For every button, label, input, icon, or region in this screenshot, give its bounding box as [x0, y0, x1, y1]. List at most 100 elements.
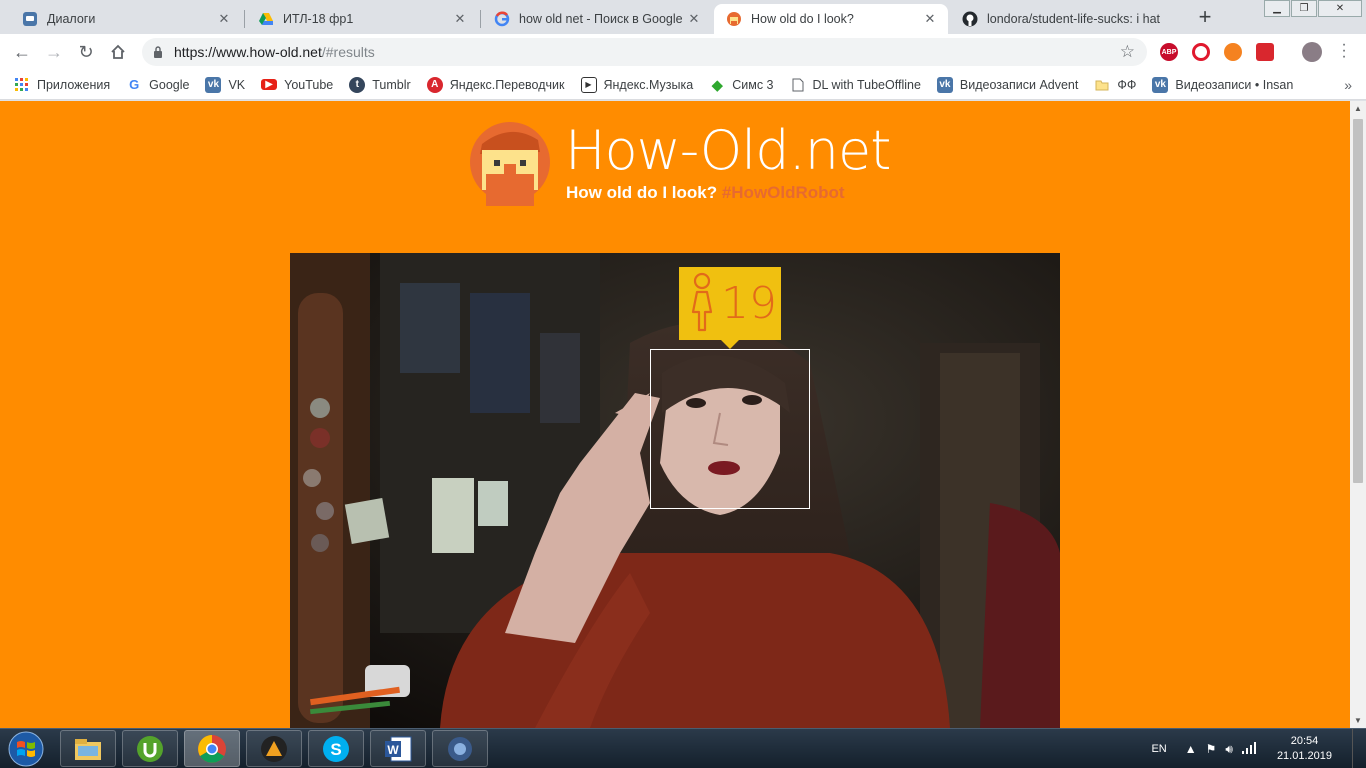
scrollbar-thumb[interactable] [1353, 119, 1363, 483]
bookmark-label: Симс 3 [732, 77, 774, 92]
vk-icon: vk [936, 76, 953, 93]
sims-icon: ◆ [711, 76, 723, 94]
site-title: How-Old.net [565, 119, 891, 182]
svg-text:W: W [387, 743, 399, 757]
taskbar-skype[interactable]: S [308, 730, 364, 767]
page-content: How-Old.net How old do I look? #HowOldRo… [0, 101, 1350, 728]
face-detection-box [650, 349, 810, 509]
svg-text:S: S [330, 740, 341, 759]
taskbar-media-center[interactable] [432, 730, 488, 767]
forward-icon[interactable]: → [38, 38, 70, 66]
orange-ext-icon[interactable] [1224, 43, 1242, 61]
bookmark-google[interactable]: G Google [126, 77, 189, 93]
bookmark-label: Приложения [37, 77, 111, 92]
howold-icon [726, 11, 742, 27]
url-path: /#results [321, 44, 375, 60]
browser-toolbar: ← → ↻ https://www.how-old.net/#results ☆… [0, 34, 1366, 70]
lock-icon [152, 45, 164, 59]
url-host: https://www.how-old.net [174, 44, 322, 60]
mega-icon[interactable] [1256, 43, 1274, 61]
new-tab-button[interactable]: + [1191, 4, 1219, 29]
bookmark-star-icon[interactable]: ☆ [1120, 42, 1135, 62]
taskbar-explorer[interactable] [60, 730, 116, 767]
flag-icon[interactable]: ⚑ [1206, 742, 1217, 756]
bookmark-label: Tumblr [372, 77, 411, 92]
taskbar-word[interactable]: W [370, 730, 426, 767]
aimp-icon [261, 735, 287, 762]
bookmark-vk[interactable]: vk VK [205, 76, 246, 93]
bookmark-yandex-translate[interactable]: A Яндекс.Переводчик [426, 76, 565, 93]
bookmark-label: Яндекс.Переводчик [449, 77, 565, 92]
tab-title: How old do I look? [751, 12, 854, 26]
tab-itl[interactable]: ИТЛ-18 фр1 ✕ [246, 4, 478, 34]
bookmark-label: VK [228, 77, 246, 92]
minimize-icon[interactable]: ▁ [1264, 0, 1290, 17]
menu-icon[interactable]: · · · [1336, 37, 1352, 65]
bookmark-yandex-music[interactable]: ▶ Яндекс.Музыка [580, 76, 694, 93]
bookmarks-bar: Приложения G Google vk VK ▶ YouTube t Tu… [0, 70, 1366, 100]
yandex-translate-icon: A [426, 76, 443, 93]
tab-google-search[interactable]: how old net - Поиск в Google ✕ [482, 4, 712, 34]
bookmark-sims[interactable]: ◆ Симс 3 [709, 76, 774, 94]
show-hidden-icons-icon[interactable]: ▲ [1185, 742, 1197, 756]
close-icon[interactable]: ✕ [452, 11, 468, 27]
bookmark-label: Яндекс.Музыка [603, 77, 694, 92]
start-button[interactable] [6, 731, 46, 767]
bookmark-label: Видеозаписи • Insan [1175, 77, 1294, 92]
tagline-text: How old do I look? [566, 183, 718, 202]
clock[interactable]: 20:54 21.01.2019 [1277, 734, 1332, 764]
bookmark-tumblr[interactable]: t Tumblr [349, 76, 411, 93]
tab-dialogs[interactable]: Диалоги ✕ [10, 4, 242, 34]
close-icon[interactable]: ✕ [216, 11, 232, 27]
female-icon [687, 272, 717, 335]
age-value: 19 [721, 277, 777, 329]
profile-avatar[interactable] [1302, 42, 1322, 62]
windows-explorer-icon [75, 738, 101, 760]
skype-icon: S [323, 735, 349, 762]
language-indicator[interactable]: EN [1151, 743, 1166, 755]
clock-date: 21.01.2019 [1276, 750, 1332, 762]
hashtag-link[interactable]: #HowOldRobot [722, 183, 845, 202]
vk-icon: vk [205, 76, 222, 93]
close-window-icon[interactable]: ✕ [1318, 0, 1362, 17]
bookmark-vk-advent[interactable]: vk Видеозаписи Advent [936, 76, 1078, 93]
window-controls: ▁ ❐ ✕ [1263, 0, 1362, 17]
bookmark-tubeoffline[interactable]: DL with TubeOffline [790, 77, 921, 93]
tab-strip: Диалоги ✕ ИТЛ-18 фр1 ✕ how old net - Пои… [0, 0, 1366, 34]
home-icon[interactable] [102, 38, 134, 66]
vk-icon: vk [1152, 76, 1169, 93]
adblock-plus-icon[interactable]: ABP [1160, 43, 1178, 61]
page-scrollbar[interactable]: ▲ ▼ [1350, 101, 1366, 728]
tab-howold[interactable]: How old do I look? ✕ [714, 4, 948, 34]
close-icon[interactable]: ✕ [922, 11, 938, 27]
opera-icon[interactable] [1192, 43, 1210, 61]
word-icon: W [385, 736, 412, 761]
scroll-up-icon[interactable]: ▲ [1354, 104, 1362, 113]
reload-icon[interactable]: ↻ [70, 38, 102, 66]
page-icon [790, 77, 806, 93]
tab-title: Диалоги [47, 12, 96, 26]
restore-icon[interactable]: ❐ [1291, 0, 1317, 17]
more-bookmarks-icon[interactable]: » [1344, 77, 1352, 93]
bookmark-folder-ff[interactable]: ФФ [1094, 77, 1136, 93]
google-icon [494, 11, 510, 27]
close-icon[interactable]: ✕ [686, 11, 702, 27]
tab-title: how old net - Поиск в Google [519, 12, 683, 26]
back-icon[interactable]: ← [6, 38, 38, 66]
taskbar-aimp[interactable] [246, 730, 302, 767]
tab-github[interactable]: londora/student-life-sucks: i hat [950, 4, 1182, 34]
network-icon[interactable] [1241, 741, 1256, 757]
utorrent-icon [137, 735, 163, 762]
taskbar-utorrent[interactable] [122, 730, 178, 767]
address-bar[interactable]: https://www.how-old.net/#results ☆ [142, 38, 1147, 66]
scroll-down-icon[interactable]: ▼ [1354, 716, 1362, 725]
clock-time: 20:54 [1290, 735, 1319, 747]
youtube-icon: ▶ [261, 79, 278, 90]
bookmark-vk-insan[interactable]: vk Видеозаписи • Insan [1152, 76, 1294, 93]
bookmark-apps[interactable]: Приложения [14, 77, 110, 93]
bookmark-youtube[interactable]: ▶ YouTube [261, 78, 333, 92]
show-desktop-button[interactable] [1352, 729, 1366, 768]
taskbar-chrome[interactable] [184, 730, 240, 767]
volume-icon[interactable]: 🔊︎ [1225, 742, 1233, 757]
bookmark-label: DL with TubeOffline [812, 77, 921, 92]
